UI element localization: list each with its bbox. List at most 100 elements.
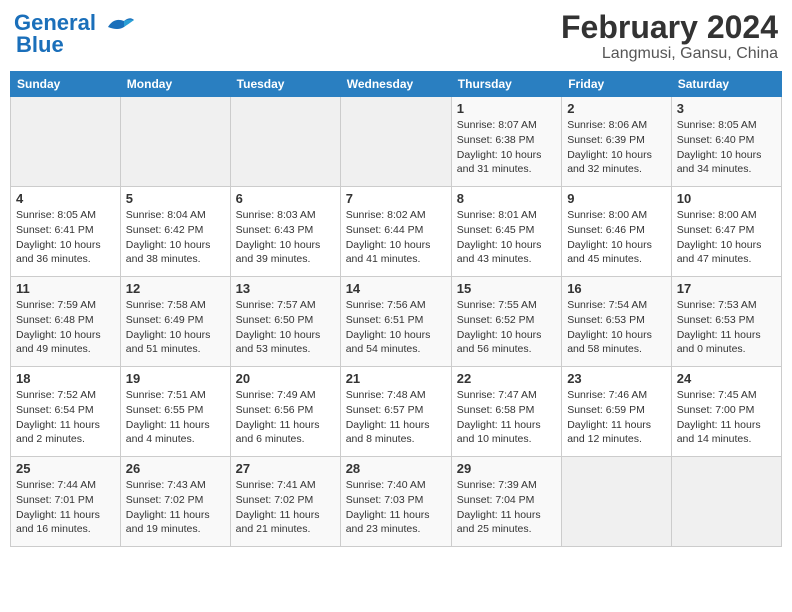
day-info: Sunrise: 7:52 AMSunset: 6:54 PMDaylight:… <box>16 388 115 447</box>
day-info: Sunrise: 8:04 AMSunset: 6:42 PMDaylight:… <box>126 208 225 267</box>
day-number: 8 <box>457 191 556 206</box>
day-number: 22 <box>457 371 556 386</box>
calendar-cell: 24 Sunrise: 7:45 AMSunset: 7:00 PMDayligh… <box>671 367 781 457</box>
calendar-cell: 14 Sunrise: 7:56 AMSunset: 6:51 PMDayligh… <box>340 277 451 367</box>
calendar-cell: 20 Sunrise: 7:49 AMSunset: 6:56 PMDayligh… <box>230 367 340 457</box>
day-number: 10 <box>677 191 776 206</box>
day-number: 11 <box>16 281 115 296</box>
day-number: 24 <box>677 371 776 386</box>
logo-blue-text: Blue <box>16 32 64 58</box>
day-info: Sunrise: 7:40 AMSunset: 7:03 PMDaylight:… <box>346 478 446 537</box>
day-info: Sunrise: 7:46 AMSunset: 6:59 PMDaylight:… <box>567 388 666 447</box>
page-header: General Blue February 2024 Langmusi, Gan… <box>10 10 782 63</box>
day-info: Sunrise: 7:43 AMSunset: 7:02 PMDaylight:… <box>126 478 225 537</box>
weekday-header-thursday: Thursday <box>451 72 561 97</box>
calendar-cell: 7 Sunrise: 8:02 AMSunset: 6:44 PMDaylight… <box>340 187 451 277</box>
day-number: 19 <box>126 371 225 386</box>
calendar-cell <box>562 457 672 547</box>
day-info: Sunrise: 7:45 AMSunset: 7:00 PMDaylight:… <box>677 388 776 447</box>
calendar-cell: 29 Sunrise: 7:39 AMSunset: 7:04 PMDayligh… <box>451 457 561 547</box>
calendar-cell: 23 Sunrise: 7:46 AMSunset: 6:59 PMDayligh… <box>562 367 672 457</box>
calendar-cell: 1Sunrise: 8:07 AMSunset: 6:38 PMDaylight… <box>451 97 561 187</box>
calendar-cell: 19 Sunrise: 7:51 AMSunset: 6:55 PMDayligh… <box>120 367 230 457</box>
calendar-cell <box>230 97 340 187</box>
day-info: Sunrise: 7:39 AMSunset: 7:04 PMDaylight:… <box>457 478 556 537</box>
calendar-cell <box>11 97 121 187</box>
title-block: February 2024 Langmusi, Gansu, China <box>561 10 778 63</box>
day-info: Sunrise: 7:44 AMSunset: 7:01 PMDaylight:… <box>16 478 115 537</box>
day-number: 27 <box>236 461 335 476</box>
calendar-cell: 10 Sunrise: 8:00 AMSunset: 6:47 PMDayligh… <box>671 187 781 277</box>
calendar-cell: 13 Sunrise: 7:57 AMSunset: 6:50 PMDayligh… <box>230 277 340 367</box>
day-number: 6 <box>236 191 335 206</box>
calendar-cell: 2 Sunrise: 8:06 AMSunset: 6:39 PMDaylight… <box>562 97 672 187</box>
day-info: Sunrise: 7:59 AMSunset: 6:48 PMDaylight:… <box>16 298 115 357</box>
day-number: 5 <box>126 191 225 206</box>
calendar-cell: 12 Sunrise: 7:58 AMSunset: 6:49 PMDayligh… <box>120 277 230 367</box>
calendar-cell: 18 Sunrise: 7:52 AMSunset: 6:54 PMDayligh… <box>11 367 121 457</box>
calendar-cell: 9 Sunrise: 8:00 AMSunset: 6:46 PMDaylight… <box>562 187 672 277</box>
day-number: 13 <box>236 281 335 296</box>
calendar-cell: 8 Sunrise: 8:01 AMSunset: 6:45 PMDaylight… <box>451 187 561 277</box>
weekday-header-sunday: Sunday <box>11 72 121 97</box>
calendar-cell: 21 Sunrise: 7:48 AMSunset: 6:57 PMDayligh… <box>340 367 451 457</box>
calendar-header: SundayMondayTuesdayWednesdayThursdayFrid… <box>11 72 782 97</box>
calendar-cell: 22 Sunrise: 7:47 AMSunset: 6:58 PMDayligh… <box>451 367 561 457</box>
day-info: Sunrise: 7:58 AMSunset: 6:49 PMDaylight:… <box>126 298 225 357</box>
page-subtitle: Langmusi, Gansu, China <box>561 45 778 63</box>
day-number: 3 <box>677 101 776 116</box>
day-info: Sunrise: 7:47 AMSunset: 6:58 PMDaylight:… <box>457 388 556 447</box>
logo-bird-icon <box>104 13 136 35</box>
day-info: Sunrise: 7:56 AMSunset: 6:51 PMDaylight:… <box>346 298 446 357</box>
weekday-header-monday: Monday <box>120 72 230 97</box>
logo: General Blue <box>14 10 136 58</box>
day-number: 15 <box>457 281 556 296</box>
day-info: Sunrise: 8:05 AMSunset: 6:41 PMDaylight:… <box>16 208 115 267</box>
day-info: Sunrise: 7:57 AMSunset: 6:50 PMDaylight:… <box>236 298 335 357</box>
page-title: February 2024 <box>561 10 778 45</box>
day-info: Sunrise: 8:00 AMSunset: 6:47 PMDaylight:… <box>677 208 776 267</box>
day-number: 2 <box>567 101 666 116</box>
calendar-cell: 26 Sunrise: 7:43 AMSunset: 7:02 PMDayligh… <box>120 457 230 547</box>
day-number: 16 <box>567 281 666 296</box>
day-number: 23 <box>567 371 666 386</box>
calendar-cell: 16 Sunrise: 7:54 AMSunset: 6:53 PMDayligh… <box>562 277 672 367</box>
calendar-cell: 17Sunrise: 7:53 AMSunset: 6:53 PMDayligh… <box>671 277 781 367</box>
day-number: 21 <box>346 371 446 386</box>
day-info: Sunrise: 7:53 AMSunset: 6:53 PMDaylight:… <box>677 298 776 357</box>
day-info: Sunrise: 7:48 AMSunset: 6:57 PMDaylight:… <box>346 388 446 447</box>
calendar-cell: 27 Sunrise: 7:41 AMSunset: 7:02 PMDayligh… <box>230 457 340 547</box>
calendar-cell <box>671 457 781 547</box>
calendar-cell: 25Sunrise: 7:44 AMSunset: 7:01 PMDayligh… <box>11 457 121 547</box>
calendar-cell: 4Sunrise: 8:05 AMSunset: 6:41 PMDaylight… <box>11 187 121 277</box>
day-info: Sunrise: 7:49 AMSunset: 6:56 PMDaylight:… <box>236 388 335 447</box>
day-number: 20 <box>236 371 335 386</box>
calendar-cell: 6 Sunrise: 8:03 AMSunset: 6:43 PMDaylight… <box>230 187 340 277</box>
calendar-cell <box>120 97 230 187</box>
day-info: Sunrise: 8:01 AMSunset: 6:45 PMDaylight:… <box>457 208 556 267</box>
calendar-cell: 28Sunrise: 7:40 AMSunset: 7:03 PMDayligh… <box>340 457 451 547</box>
calendar-cell <box>340 97 451 187</box>
day-number: 18 <box>16 371 115 386</box>
calendar-cell: 11 Sunrise: 7:59 AMSunset: 6:48 PMDayligh… <box>11 277 121 367</box>
calendar-cell: 15 Sunrise: 7:55 AMSunset: 6:52 PMDayligh… <box>451 277 561 367</box>
day-info: Sunrise: 7:54 AMSunset: 6:53 PMDaylight:… <box>567 298 666 357</box>
calendar-cell: 3 Sunrise: 8:05 AMSunset: 6:40 PMDaylight… <box>671 97 781 187</box>
day-info: Sunrise: 7:51 AMSunset: 6:55 PMDaylight:… <box>126 388 225 447</box>
day-info: Sunrise: 8:03 AMSunset: 6:43 PMDaylight:… <box>236 208 335 267</box>
weekday-header-wednesday: Wednesday <box>340 72 451 97</box>
day-number: 1 <box>457 101 556 116</box>
day-number: 26 <box>126 461 225 476</box>
day-number: 9 <box>567 191 666 206</box>
day-number: 14 <box>346 281 446 296</box>
day-number: 12 <box>126 281 225 296</box>
day-info: Sunrise: 7:55 AMSunset: 6:52 PMDaylight:… <box>457 298 556 357</box>
weekday-header-tuesday: Tuesday <box>230 72 340 97</box>
day-info: Sunrise: 8:02 AMSunset: 6:44 PMDaylight:… <box>346 208 446 267</box>
day-number: 7 <box>346 191 446 206</box>
day-number: 29 <box>457 461 556 476</box>
day-info: Sunrise: 8:00 AMSunset: 6:46 PMDaylight:… <box>567 208 666 267</box>
day-info: Sunrise: 8:05 AMSunset: 6:40 PMDaylight:… <box>677 118 776 177</box>
day-info: Sunrise: 7:41 AMSunset: 7:02 PMDaylight:… <box>236 478 335 537</box>
day-info: Sunrise: 8:06 AMSunset: 6:39 PMDaylight:… <box>567 118 666 177</box>
